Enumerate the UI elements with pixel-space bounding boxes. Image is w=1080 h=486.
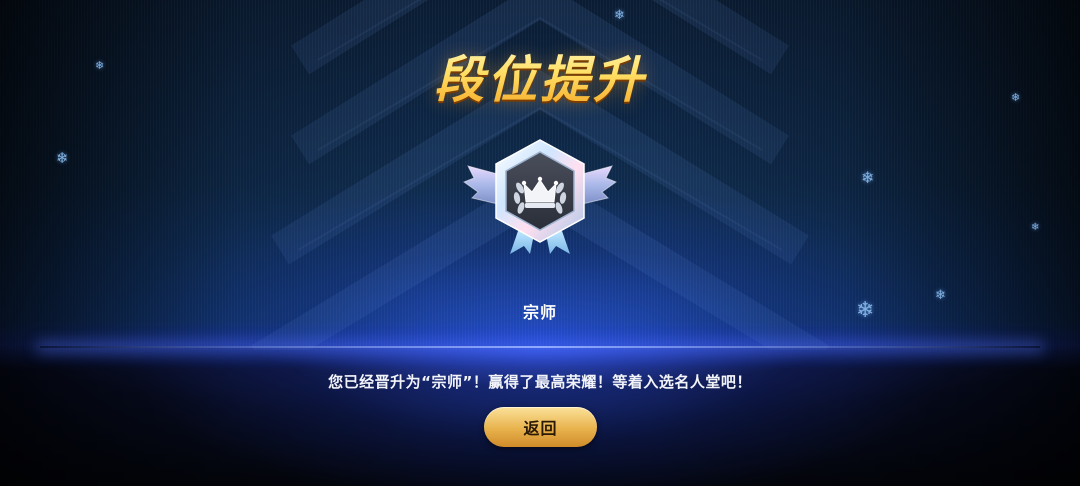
snowflake-icon: ❄: [1011, 91, 1021, 104]
snowflake-icon: ❄: [95, 59, 105, 72]
back-button[interactable]: 返回: [484, 407, 597, 447]
snowflake-icon: ❄: [861, 168, 875, 187]
rank-name: 宗师: [522, 303, 557, 322]
grandmaster-crown-badge-icon: [462, 139, 618, 254]
snowflake-icon: ❄: [56, 149, 69, 167]
page-title: 段位提升: [0, 40, 1080, 112]
snowflake-icon: ❄: [614, 8, 625, 23]
snowflake-icon: ❄: [1031, 222, 1040, 233]
snowflake-icon: ❄: [935, 288, 946, 303]
rank-up-screen: 段位提升 宗师 您已经晋升为“宗师”！赢得了最高荣耀！等着入选名人堂吧！ 返回 …: [0, 0, 1080, 486]
horizon-glow-line: [40, 346, 1040, 348]
rank-badge: [460, 136, 620, 261]
promotion-message: 您已经晋升为“宗师”！赢得了最高荣耀！等着入选名人堂吧！: [328, 373, 752, 391]
snowflake-icon: ❄: [856, 298, 875, 323]
